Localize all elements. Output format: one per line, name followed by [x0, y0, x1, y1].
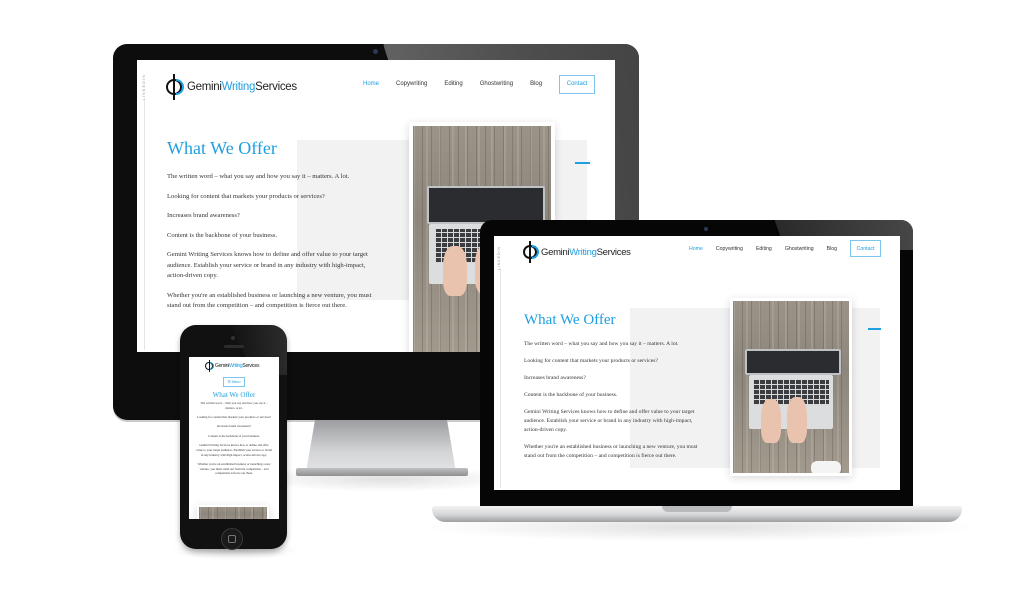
nav-editing[interactable]: Editing [444, 81, 462, 87]
logo-word-gemini: Gemini [187, 81, 222, 93]
section-heading: What We Offer [524, 312, 616, 328]
paragraph: The written word – what you say and how … [167, 173, 350, 180]
laptop-website: LINKEDIN GeminiWritingServices Home Copy… [494, 236, 900, 490]
paragraph: Content is the backbone of your business… [167, 231, 278, 239]
logo-word-services: Services [242, 363, 260, 369]
photo-image [733, 301, 849, 473]
site-logo[interactable]: GeminiWritingServices [164, 74, 297, 100]
site-logo[interactable]: GeminiWritingServices [522, 241, 631, 263]
paragraph: Looking for content that markets your pr… [167, 192, 325, 200]
site-logo[interactable]: GeminiWritingServices [204, 360, 259, 372]
main-nav: Home Copywriting Editing Ghostwriting Bl… [689, 240, 882, 257]
paragraph: The written word – what you say and how … [200, 401, 268, 410]
paragraph: Increases brand awareness? [167, 212, 240, 219]
paragraph: Whether you're an established business o… [167, 291, 372, 310]
mobile-website: GeminiWritingServices ☰ Menu What We Off… [189, 357, 279, 519]
logo-text: GeminiWritingServices [215, 363, 259, 369]
logo-mark-icon [522, 241, 542, 263]
paragraph: Whether you're an established business o… [197, 461, 271, 476]
logo-text: GeminiWritingServices [187, 81, 297, 93]
laptop-photo [197, 505, 269, 519]
nav-blog[interactable]: Blog [530, 81, 542, 87]
phone-speaker [224, 345, 244, 348]
side-social-label[interactable]: LINKEDIN [141, 74, 146, 100]
section-body: The written word – what you say and how … [167, 172, 377, 312]
photo-image [199, 507, 267, 519]
nav-ghostwriting[interactable]: Ghostwriting [480, 81, 513, 87]
paragraph: Gemini Writing Services knows how to def… [196, 442, 272, 457]
logo-word-writing: Writing [229, 363, 243, 369]
nav-ghostwriting[interactable]: Ghostwriting [785, 246, 814, 252]
contact-button[interactable]: Contact [559, 74, 596, 94]
nav-copywriting[interactable]: Copywriting [396, 81, 427, 87]
side-divider [144, 100, 145, 350]
section-heading: What We Offer [167, 138, 277, 158]
paragraph: Looking for content that markets your pr… [524, 358, 658, 364]
paragraph: The written word – what you say and how … [524, 341, 679, 347]
paragraph: Increases brand awareness? [524, 375, 586, 381]
logo-text: GeminiWritingServices [541, 247, 631, 258]
nav-blog[interactable]: Blog [827, 246, 837, 252]
logo-word-writing: Writing [569, 246, 597, 258]
logo-mark-icon [204, 360, 216, 372]
logo-word-writing: Writing [221, 81, 256, 93]
monitor-camera-icon [373, 49, 378, 54]
home-square-icon [228, 535, 236, 543]
paragraph: Content is the backbone of your business… [208, 433, 260, 438]
logo-word-gemini: Gemini [215, 363, 230, 369]
logo-word-gemini: Gemini [541, 246, 570, 258]
side-divider [500, 268, 501, 488]
paragraph: Looking for content that markets your pr… [196, 415, 272, 420]
laptop-lid-notch [662, 506, 732, 512]
logo-word-services: Services [255, 81, 297, 93]
monitor-foot [296, 468, 468, 476]
logo-mark-icon [164, 74, 188, 100]
accent-dash [575, 162, 590, 164]
section-body: The written word – what you say and how … [196, 401, 272, 476]
main-nav: Home Copywriting Editing Ghostwriting Bl… [363, 74, 596, 94]
laptop: LINKEDIN GeminiWritingServices Home Copy… [480, 220, 913, 512]
paragraph: Increases brand awareness? [216, 424, 252, 429]
monitor-stand [306, 420, 456, 472]
nav-home[interactable]: Home [689, 246, 703, 252]
paragraph: Whether you're an established business o… [524, 444, 698, 459]
logo-word-services: Services [596, 246, 631, 258]
nav-copywriting[interactable]: Copywriting [716, 246, 743, 252]
nav-editing[interactable]: Editing [756, 246, 772, 252]
side-social-label[interactable]: LINKEDIN [497, 246, 501, 270]
paragraph: Gemini Writing Services knows how to def… [167, 251, 368, 279]
phone-camera-icon [231, 336, 235, 340]
paragraph: Gemini Writing Services knows how to def… [524, 409, 695, 433]
section-body: The written word – what you say and how … [524, 340, 704, 461]
laptop-photo [730, 298, 852, 476]
contact-button[interactable]: Contact [850, 240, 882, 257]
paragraph: Content is the backbone of your business… [524, 392, 618, 398]
nav-home[interactable]: Home [363, 81, 379, 87]
smartphone: GeminiWritingServices ☰ Menu What We Off… [180, 325, 287, 549]
section-heading: What We Offer [212, 391, 256, 399]
accent-dash [868, 328, 881, 330]
laptop-camera-icon [704, 227, 708, 231]
mobile-menu-button[interactable]: ☰ Menu [223, 377, 245, 387]
